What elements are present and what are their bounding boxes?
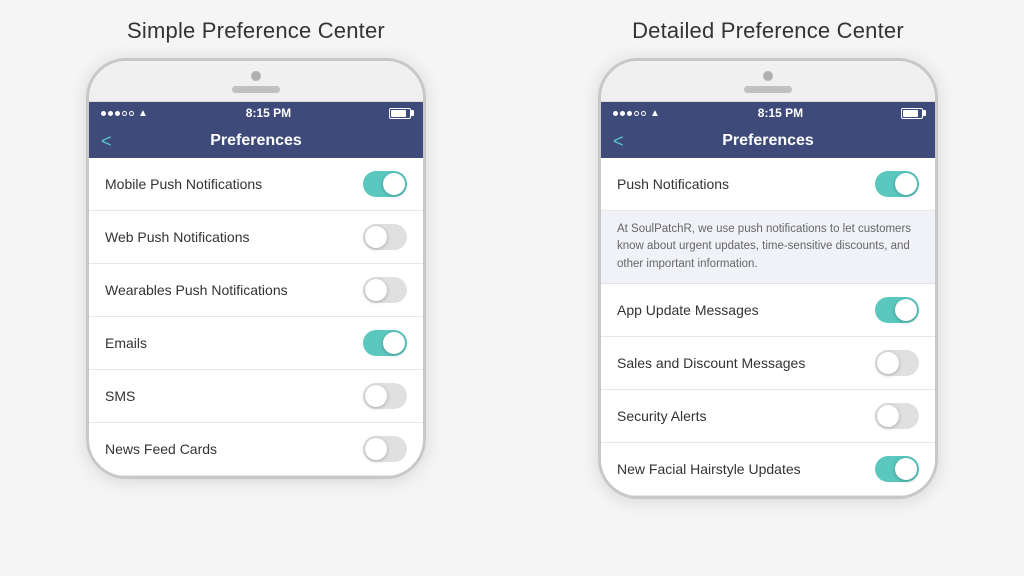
toggle-push-notifications[interactable] <box>875 171 919 197</box>
status-bar-right: ▲ 8:15 PM <box>601 102 935 124</box>
toggle-security-alerts[interactable] <box>875 403 919 429</box>
toggle-wearables-push[interactable] <box>363 277 407 303</box>
label-sms: SMS <box>105 388 135 404</box>
nav-bar-left: < Preferences <box>89 124 423 158</box>
left-panel: Simple Preference Center ▲ 8:15 PM <box>20 18 492 479</box>
nav-bar-right: < Preferences <box>601 124 935 158</box>
label-push-notifications: Push Notifications <box>617 176 729 192</box>
status-bar-left: ▲ 8:15 PM <box>89 102 423 124</box>
toggle-facial-hairstyle[interactable] <box>875 456 919 482</box>
right-panel: Detailed Preference Center ▲ 8:15 PM <box>532 18 1004 499</box>
settings-list-right: Push Notifications At SoulPatchR, we use… <box>601 158 935 496</box>
label-news-feed: News Feed Cards <box>105 441 217 457</box>
back-button-right[interactable]: < <box>613 131 624 152</box>
toggle-emails[interactable] <box>363 330 407 356</box>
label-wearables-push: Wearables Push Notifications <box>105 282 288 298</box>
row-web-push: Web Push Notifications <box>89 211 423 264</box>
right-panel-title: Detailed Preference Center <box>632 18 904 44</box>
battery-left <box>389 108 411 119</box>
signal-dots-right <box>613 111 646 116</box>
label-web-push: Web Push Notifications <box>105 229 249 245</box>
toggle-web-push[interactable] <box>363 224 407 250</box>
toggle-sms[interactable] <box>363 383 407 409</box>
row-facial-hairstyle: New Facial Hairstyle Updates <box>601 443 935 496</box>
label-facial-hairstyle: New Facial Hairstyle Updates <box>617 461 801 477</box>
label-emails: Emails <box>105 335 147 351</box>
back-button-left[interactable]: < <box>101 131 112 152</box>
row-news-feed: News Feed Cards <box>89 423 423 476</box>
row-mobile-push: Mobile Push Notifications <box>89 158 423 211</box>
label-sales-discount: Sales and Discount Messages <box>617 355 805 371</box>
left-phone: ▲ 8:15 PM < Preferences Mobile Push Noti… <box>86 58 426 479</box>
toggle-app-updates[interactable] <box>875 297 919 323</box>
phone-top-left <box>89 61 423 102</box>
signal-dots-left <box>101 111 134 116</box>
camera-left <box>251 71 261 81</box>
row-emails: Emails <box>89 317 423 370</box>
battery-right <box>901 108 923 119</box>
wifi-icon-left: ▲ <box>138 108 148 119</box>
label-security-alerts: Security Alerts <box>617 408 706 424</box>
left-panel-title: Simple Preference Center <box>127 18 385 44</box>
wifi-icon-right: ▲ <box>650 108 660 119</box>
camera-right <box>763 71 773 81</box>
nav-title-left: Preferences <box>210 132 302 150</box>
toggle-sales-discount[interactable] <box>875 350 919 376</box>
row-push-notifications: Push Notifications <box>601 158 935 211</box>
row-security-alerts: Security Alerts <box>601 390 935 443</box>
right-phone: ▲ 8:15 PM < Preferences Push Notificatio… <box>598 58 938 499</box>
toggle-news-feed[interactable] <box>363 436 407 462</box>
toggle-mobile-push[interactable] <box>363 171 407 197</box>
row-sms: SMS <box>89 370 423 423</box>
speaker-left <box>232 86 280 93</box>
label-mobile-push: Mobile Push Notifications <box>105 176 262 192</box>
speaker-right <box>744 86 792 93</box>
settings-list-left: Mobile Push Notifications Web Push Notif… <box>89 158 423 476</box>
status-time-left: 8:15 PM <box>246 106 291 120</box>
row-app-updates: App Update Messages <box>601 284 935 337</box>
nav-title-right: Preferences <box>722 132 814 150</box>
status-time-right: 8:15 PM <box>758 106 803 120</box>
push-description-text: At SoulPatchR, we use push notifications… <box>617 221 919 273</box>
push-description-box: At SoulPatchR, we use push notifications… <box>601 211 935 284</box>
phone-top-right <box>601 61 935 102</box>
row-wearables-push: Wearables Push Notifications <box>89 264 423 317</box>
label-app-updates: App Update Messages <box>617 302 759 318</box>
row-sales-discount: Sales and Discount Messages <box>601 337 935 390</box>
